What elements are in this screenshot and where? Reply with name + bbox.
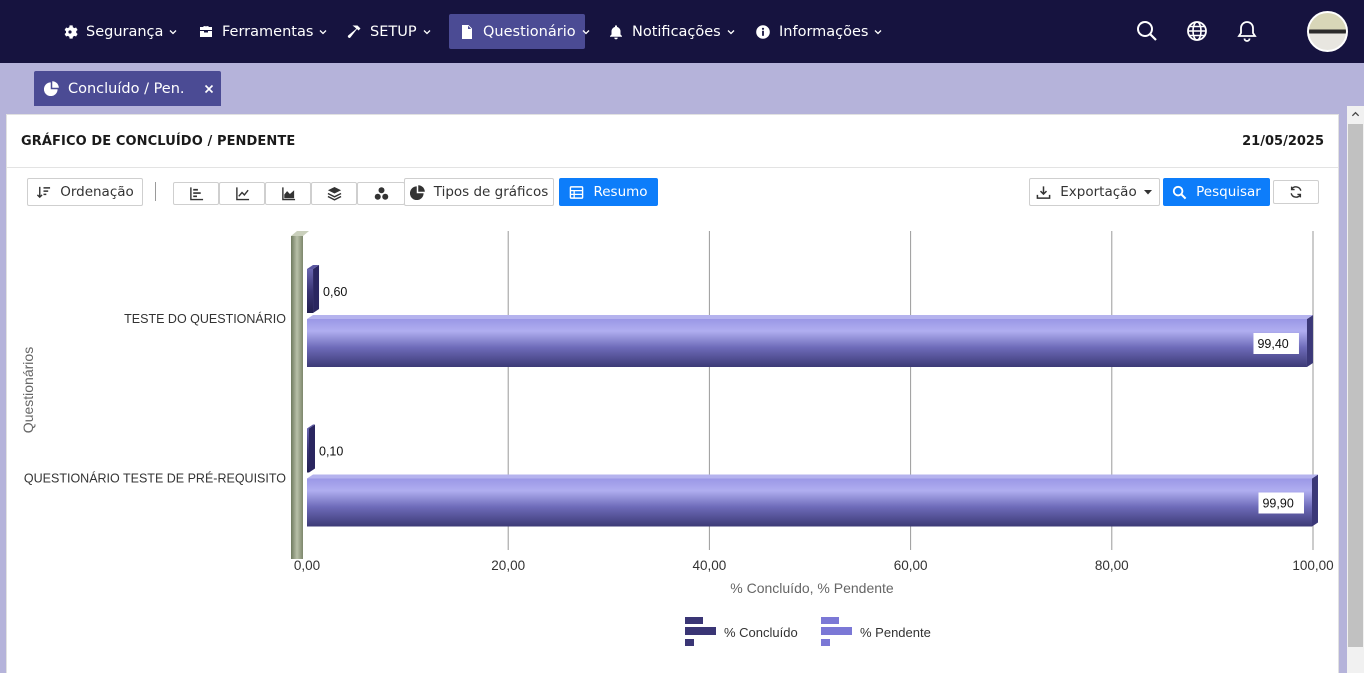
bell-icon bbox=[608, 24, 624, 40]
axis-wall-face bbox=[291, 236, 303, 559]
chevron-down-icon bbox=[423, 28, 431, 36]
notifications-bell-icon[interactable] bbox=[1235, 19, 1259, 43]
bar bbox=[307, 428, 309, 473]
data-label: 0,10 bbox=[319, 445, 343, 459]
toolbox-icon bbox=[198, 24, 214, 40]
x-tick-label: 80,00 bbox=[1095, 558, 1129, 573]
legend-swatch bbox=[821, 639, 830, 646]
nav-setup[interactable]: SETUP bbox=[336, 14, 441, 49]
tab-concluido-pendente[interactable]: Concluído / Pen... bbox=[34, 71, 221, 106]
y-axis-label: Questionários bbox=[20, 347, 36, 433]
legend-swatch bbox=[685, 617, 703, 624]
nav-label: Informações bbox=[779, 23, 869, 40]
close-icon[interactable] bbox=[202, 82, 216, 96]
category-label: TESTE DO QUESTIONÁRIO bbox=[124, 311, 286, 326]
bar bbox=[307, 269, 314, 313]
nav-label: Ferramentas bbox=[222, 23, 314, 40]
tick-labels: 0,00 20,00 40,00 60,00 80,00 100,00 bbox=[294, 558, 1334, 573]
nav-questionario[interactable]: Questionário bbox=[449, 14, 590, 49]
bar bbox=[307, 478, 1312, 527]
avatar[interactable] bbox=[1307, 11, 1348, 52]
x-tick-label: 100,00 bbox=[1292, 558, 1333, 573]
x-axis-label: % Concluído, % Pendente bbox=[730, 580, 894, 596]
tab-strip: Concluído / Pen... bbox=[0, 63, 1364, 106]
gear-icon bbox=[62, 24, 78, 40]
nav-ferramentas[interactable]: Ferramentas bbox=[188, 14, 337, 49]
legend-swatch bbox=[685, 639, 694, 646]
x-tick-label: 60,00 bbox=[894, 558, 928, 573]
bar bbox=[307, 319, 1307, 367]
legend-label: % Concluído bbox=[724, 625, 798, 640]
bar-cap bbox=[1311, 474, 1318, 527]
top-navbar: Segurança Ferramentas SETUP Questionário… bbox=[0, 0, 1364, 63]
bar-cap bbox=[309, 424, 315, 473]
scroll-up-icon[interactable] bbox=[1347, 106, 1364, 123]
info-icon bbox=[755, 24, 771, 40]
nav-label: Segurança bbox=[86, 23, 164, 40]
hammer-icon bbox=[346, 24, 362, 40]
vertical-scrollbar[interactable] bbox=[1347, 106, 1364, 673]
chevron-down-icon bbox=[169, 28, 177, 36]
axis-wall bbox=[291, 231, 309, 559]
chevron-down-icon bbox=[582, 28, 590, 36]
chevron-down-icon bbox=[727, 28, 735, 36]
x-tick-label: 40,00 bbox=[693, 558, 727, 573]
bar-cap bbox=[1306, 315, 1313, 367]
nav-label: SETUP bbox=[370, 23, 417, 40]
bar-top bbox=[307, 315, 1313, 319]
nav-label: Questionário bbox=[483, 23, 576, 40]
chevron-down-icon bbox=[874, 28, 882, 36]
chart-panel: GRÁFICO DE CONCLUÍDO / PENDENTE 21/05/20… bbox=[6, 114, 1339, 673]
nav-notificacoes[interactable]: Notificações bbox=[598, 14, 745, 49]
search-icon[interactable] bbox=[1135, 19, 1159, 43]
category-label: QUESTIONÁRIO TESTE DE PRÉ-REQUISITO bbox=[24, 471, 286, 486]
legend: % Concluído % Pendente bbox=[685, 617, 931, 646]
x-tick-label: 0,00 bbox=[294, 558, 320, 573]
bar-top bbox=[307, 474, 1318, 479]
data-label: 0,60 bbox=[323, 285, 347, 299]
scroll-thumb[interactable] bbox=[1348, 124, 1363, 647]
nav-label: Notificações bbox=[632, 23, 721, 40]
bar-chart: 0,60 99,40 0,10 99,90 0,00 20,00 40,00 60,00 80… bbox=[20, 231, 1334, 646]
document-icon bbox=[459, 24, 475, 40]
globe-icon[interactable] bbox=[1185, 19, 1209, 43]
axis-wall-top bbox=[291, 231, 309, 236]
bar-cap bbox=[313, 265, 320, 313]
data-label: 99,90 bbox=[1262, 497, 1293, 511]
nav-informacoes[interactable]: Informações bbox=[745, 14, 892, 49]
chevron-down-icon bbox=[319, 28, 327, 36]
data-label: 99,40 bbox=[1257, 337, 1288, 351]
x-tick-label: 20,00 bbox=[491, 558, 525, 573]
bars: 0,60 99,40 0,10 99,90 bbox=[307, 265, 1318, 527]
pie-chart-icon bbox=[44, 81, 59, 96]
category-labels: TESTE DO QUESTIONÁRIO QUESTIONÁRIO TESTE … bbox=[24, 311, 286, 486]
nav-seguranca[interactable]: Segurança bbox=[52, 14, 187, 49]
legend-swatch bbox=[685, 627, 716, 635]
legend-swatch bbox=[821, 617, 839, 624]
tab-label: Concluído / Pen... bbox=[68, 80, 186, 97]
legend-swatch bbox=[821, 627, 852, 635]
legend-label: % Pendente bbox=[860, 625, 931, 640]
